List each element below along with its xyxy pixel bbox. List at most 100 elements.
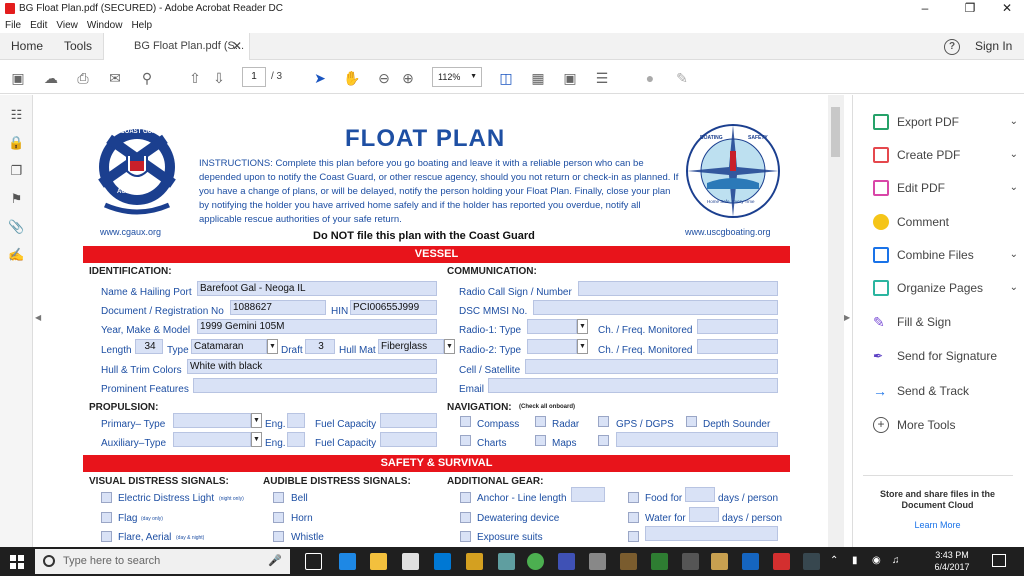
aux-type-field[interactable] [173, 432, 251, 447]
app-icon-5[interactable] [466, 553, 483, 570]
minimize-icon[interactable]: – [910, 0, 940, 17]
name-hailing-port-field[interactable]: Barefoot Gal - Neoga IL [197, 281, 437, 296]
charts-checkbox[interactable] [460, 435, 471, 446]
wifi-icon[interactable]: ◉ [872, 555, 881, 566]
signature-icon[interactable]: ✍ [8, 247, 25, 264]
prominent-features-field[interactable] [193, 378, 437, 393]
fuel1-field[interactable] [380, 413, 437, 428]
mail-icon[interactable] [434, 553, 451, 570]
gear-other-field[interactable] [645, 526, 778, 541]
next-page-icon[interactable]: ⇩ [210, 69, 228, 87]
length-field[interactable]: 34 [135, 339, 163, 354]
help-icon[interactable]: ? [944, 39, 960, 55]
food-days-field[interactable] [685, 487, 715, 502]
document-view[interactable]: U.S. COAST GUARD AUXILIARY BOATING SAFET… [45, 95, 828, 547]
hull-mat-dropdown-icon[interactable]: ▼ [444, 339, 455, 354]
exposure-suits-checkbox[interactable] [460, 531, 471, 542]
radio-call-sign-field[interactable] [578, 281, 778, 296]
eng2-field[interactable] [287, 432, 305, 447]
menu-view[interactable]: View [56, 20, 78, 31]
chrome-icon[interactable] [527, 553, 544, 570]
previous-page-icon[interactable]: ⇧ [186, 69, 204, 87]
chevron-down-icon[interactable]: ⌄ [1010, 111, 1018, 133]
maximize-icon[interactable]: ❐ [955, 0, 985, 17]
chfreq1-field[interactable] [697, 319, 778, 334]
tool-more-tools[interactable]: + More Tools [873, 414, 1018, 436]
close-tab-icon[interactable]: ✕ [232, 33, 242, 60]
radio2-type-field[interactable] [527, 339, 577, 354]
page-thumbnail-icon[interactable]: ☷ [8, 107, 25, 124]
radio1-dropdown-icon[interactable]: ▼ [577, 319, 588, 334]
bell-checkbox[interactable] [273, 492, 284, 503]
menu-file[interactable]: File [5, 20, 21, 31]
highlight-pen-icon[interactable]: ✎ [673, 69, 691, 87]
gear-other-checkbox[interactable] [628, 531, 639, 542]
collapse-right-icon[interactable]: ▶ [844, 313, 850, 322]
dsc-mmsi-field[interactable] [533, 300, 778, 315]
scrollbar-thumb[interactable] [831, 107, 840, 157]
menu-edit[interactable]: Edit [30, 20, 47, 31]
action-center-icon[interactable] [992, 554, 1006, 567]
hull-material-field[interactable]: Fiberglass [378, 339, 444, 354]
dewatering-checkbox[interactable] [460, 512, 471, 523]
tool-edit-pdf[interactable]: Edit PDF ⌄ [873, 177, 1018, 199]
anchor-checkbox[interactable] [460, 492, 471, 503]
app-icon-11[interactable] [651, 553, 668, 570]
draft-field[interactable]: 3 [305, 339, 335, 354]
tab-home[interactable]: Home [11, 33, 43, 60]
volume-icon[interactable]: ♫ [892, 555, 900, 566]
chevron-down-icon[interactable]: ⌄ [1010, 244, 1018, 266]
app-icon-13[interactable] [711, 553, 728, 570]
email-field[interactable] [488, 378, 778, 393]
search-icon[interactable]: ⚲ [138, 69, 156, 87]
hand-tool-icon[interactable]: ✋ [343, 69, 361, 87]
eng1-field[interactable] [287, 413, 305, 428]
file-explorer-icon[interactable] [370, 553, 387, 570]
full-screen-icon[interactable]: ▣ [561, 69, 579, 87]
fuel2-field[interactable] [380, 432, 437, 447]
rotate-icon[interactable]: ▦ [529, 69, 547, 87]
flare-checkbox[interactable] [101, 531, 112, 542]
tool-comment[interactable]: Comment [873, 211, 1018, 233]
zoom-in-icon[interactable]: ⊕ [399, 69, 417, 87]
depth-sounder-checkbox[interactable] [686, 416, 697, 427]
app-icon-12[interactable] [682, 553, 699, 570]
aux-dropdown-icon[interactable]: ▼ [251, 432, 262, 447]
type-dropdown-icon[interactable]: ▼ [267, 339, 278, 354]
hin-field[interactable]: PCI00655J999 [350, 300, 437, 315]
chevron-down-icon[interactable]: ⌄ [1010, 177, 1018, 199]
app-icon-9[interactable] [589, 553, 606, 570]
water-checkbox[interactable] [628, 512, 639, 523]
tray-chevron-icon[interactable]: ⌃ [830, 555, 838, 566]
menu-window[interactable]: Window [87, 20, 123, 31]
vertical-scrollbar[interactable] [828, 95, 844, 547]
app-icon-10[interactable] [620, 553, 637, 570]
type-field[interactable]: Catamaran [191, 339, 267, 354]
app-icon-14[interactable] [742, 553, 759, 570]
lock-icon[interactable]: 🔒 [8, 135, 25, 152]
fit-page-icon[interactable]: ◫ [497, 69, 515, 87]
learn-more-link[interactable]: Learn More [860, 520, 1015, 530]
microphone-icon[interactable]: 🎤 [268, 549, 282, 574]
tool-create-pdf[interactable]: Create PDF ⌄ [873, 144, 1018, 166]
windows-start-icon[interactable] [10, 555, 24, 569]
close-icon[interactable]: ✕ [992, 0, 1022, 17]
zoom-select[interactable]: 112% ▼ [432, 67, 482, 87]
gps-checkbox[interactable] [598, 416, 609, 427]
tool-organize-pages[interactable]: Organize Pages ⌄ [873, 277, 1018, 299]
taskbar-clock[interactable]: 3:43 PM 6/4/2017 [932, 549, 972, 573]
sign-in-link[interactable]: Sign In [975, 33, 1012, 60]
page-number-input[interactable]: 1 [242, 67, 266, 87]
nav-other-checkbox[interactable] [598, 435, 609, 446]
attachment-icon[interactable]: 📎 [8, 219, 25, 236]
scroll-mode-icon[interactable]: ☰ [593, 69, 611, 87]
primary-type-field[interactable] [173, 413, 251, 428]
tool-fill-sign[interactable]: ✎ Fill & Sign [873, 311, 1018, 333]
document-registration-field[interactable]: 1088627 [230, 300, 326, 315]
radar-checkbox[interactable] [535, 416, 546, 427]
tab-tools[interactable]: Tools [64, 33, 92, 60]
app-icon-16[interactable] [803, 553, 820, 570]
comment-icon[interactable]: ● [641, 69, 659, 87]
chevron-down-icon[interactable]: ⌄ [1010, 144, 1018, 166]
food-checkbox[interactable] [628, 492, 639, 503]
